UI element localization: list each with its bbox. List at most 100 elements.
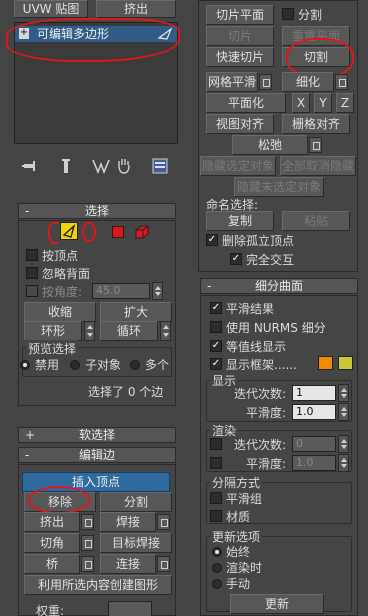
update-when-rendering-radio[interactable] [212, 563, 222, 573]
hide-selected-button[interactable]: 隐藏选定对象 [200, 156, 276, 176]
ring-button[interactable]: 环形 [24, 321, 82, 341]
planarize-z-button[interactable]: Z [336, 93, 354, 113]
angle-input[interactable]: 45.0 [92, 283, 150, 299]
chamfer-settings-button[interactable] [81, 535, 94, 551]
smooth-result-label: 平滑结果 [226, 302, 275, 316]
update-manually-radio[interactable] [212, 579, 222, 589]
render-iterations-spinner[interactable] [338, 435, 349, 453]
vertex-mode-icon[interactable] [60, 222, 78, 240]
relax-settings-button[interactable] [309, 137, 322, 153]
tessellate-settings-button[interactable] [335, 74, 348, 90]
update-when-rendering-label: 渲染时 [226, 561, 263, 575]
preview-subobject-radio[interactable] [70, 360, 80, 370]
by-angle-label: 按角度: [42, 285, 83, 299]
render-iterations-input[interactable]: 0 [292, 436, 336, 452]
render-smoothness-input[interactable]: 1.0 [292, 455, 336, 471]
meshsmooth-settings-button[interactable] [259, 74, 272, 90]
copy-button[interactable]: 复制 [206, 211, 274, 231]
split-checkbox[interactable] [282, 8, 294, 20]
update-always-radio[interactable] [212, 547, 222, 557]
connect-settings-button[interactable] [157, 556, 170, 572]
by-angle-checkbox[interactable] [26, 285, 38, 297]
grid-align-button[interactable]: 栅格对齐 [282, 114, 350, 134]
pin-stack-icon[interactable] [22, 158, 38, 174]
subdivision-title: 细分曲面 [254, 279, 303, 293]
planarize-button[interactable]: 平面化 [206, 93, 286, 113]
configure-sets-icon[interactable] [152, 158, 168, 174]
update-button[interactable]: 更新 [230, 594, 324, 614]
view-align-button[interactable]: 视图对齐 [206, 114, 274, 134]
grow-button[interactable]: 扩大 [100, 302, 172, 322]
loop-spinner[interactable] [160, 321, 171, 341]
show-cage-checkbox[interactable]: ✓ [210, 358, 222, 370]
show-end-result-icon[interactable] [58, 158, 74, 174]
planarize-y-button[interactable]: Y [314, 93, 332, 113]
red-annotation-mode-left [48, 222, 58, 244]
hide-unselected-button[interactable]: 隐藏未选定对象 [234, 177, 324, 197]
meshsmooth-button[interactable]: 网格平滑 [206, 72, 258, 92]
bridge-settings-button[interactable] [81, 556, 94, 572]
selection-rollout-header[interactable]: - 选择 [18, 203, 176, 219]
quick-slice-button[interactable]: 快速切片 [206, 47, 274, 67]
cage-color-swatch-2[interactable] [338, 356, 353, 370]
full-interactivity-checkbox[interactable]: ✓ [230, 253, 242, 265]
iterations-input[interactable]: 1 [292, 385, 336, 401]
target-weld-button[interactable]: 目标焊接 [100, 533, 172, 553]
by-vertex-checkbox[interactable] [26, 249, 38, 261]
edit-edges-rollout-header[interactable]: - 编辑边 [18, 447, 176, 463]
tessellate-button[interactable]: 细化 [282, 72, 334, 92]
collapse-sign: - [25, 204, 30, 218]
angle-spinner[interactable] [152, 282, 163, 300]
soft-selection-rollout-header[interactable]: + 软选择 [18, 427, 176, 443]
unhide-all-button[interactable]: 全部取消隐藏 [280, 156, 356, 176]
connect-button[interactable]: 连接 [100, 554, 156, 574]
red-annotation-mode [82, 222, 96, 242]
extrude-settings-button[interactable] [81, 514, 94, 530]
element-mode-icon[interactable] [134, 224, 150, 240]
delete-isolated-checkbox[interactable]: ✓ [206, 234, 218, 246]
iterations-spinner[interactable] [338, 384, 349, 402]
use-nurms-label: 使用 NURMS 细分 [226, 321, 326, 335]
edit-edges-title: 编辑边 [78, 448, 115, 462]
create-shape-button[interactable]: 利用所选内容创建图形 [24, 575, 172, 595]
slice-button[interactable]: 切片 [206, 26, 274, 46]
shrink-button[interactable]: 收缩 [24, 302, 96, 322]
weight-input[interactable] [108, 601, 152, 616]
extrude-button[interactable]: 挤出 [24, 512, 80, 532]
smoothing-groups-checkbox[interactable] [210, 492, 222, 504]
isoline-display-checkbox[interactable]: ✓ [210, 340, 222, 352]
preview-multi-radio[interactable] [130, 360, 140, 370]
split-button[interactable]: 分割 [100, 492, 172, 512]
render-smoothness-spinner[interactable] [338, 454, 349, 472]
ring-spinner[interactable] [84, 321, 95, 341]
weld-button[interactable]: 焊接 [100, 512, 156, 532]
preview-disabled-radio[interactable] [20, 360, 30, 370]
loop-button[interactable]: 循环 [100, 321, 158, 341]
use-nurms-checkbox[interactable] [210, 321, 222, 333]
render-smoothness-checkbox[interactable] [210, 457, 222, 469]
subdivision-rollout-header[interactable]: - 细分曲面 [200, 278, 358, 294]
ignore-backfacing-label: 忽略背面 [42, 267, 91, 281]
collapse-sign: - [25, 448, 30, 462]
chamfer-button[interactable]: 切角 [24, 533, 80, 553]
paste-button[interactable]: 粘贴 [282, 211, 350, 231]
bridge-button[interactable]: 桥 [24, 554, 80, 574]
smoothness-spinner[interactable] [338, 403, 349, 421]
ignore-backfacing-checkbox[interactable] [26, 267, 38, 279]
make-unique-icon[interactable] [92, 158, 110, 174]
cage-color-swatch-1[interactable] [318, 356, 333, 370]
update-manually-label: 手动 [226, 577, 251, 591]
materials-checkbox[interactable] [210, 510, 222, 522]
border-mode-icon[interactable] [112, 226, 124, 238]
planarize-x-button[interactable]: X [292, 93, 310, 113]
extrude-tab[interactable]: 挤出 [96, 0, 176, 18]
uvw-map-tab[interactable]: UVW 贴图 [14, 0, 88, 18]
relax-button[interactable]: 松弛 [232, 135, 308, 155]
smooth-result-checkbox[interactable]: ✓ [210, 302, 222, 314]
smoothness-input[interactable]: 1.0 [292, 404, 336, 420]
remove-modifier-icon[interactable] [116, 157, 132, 175]
slice-plane-button[interactable]: 切片平面 [206, 5, 274, 25]
weld-settings-button[interactable] [157, 514, 170, 530]
selection-status-text: 选择了 0 个边 [88, 385, 164, 399]
render-iterations-checkbox[interactable] [210, 438, 222, 450]
